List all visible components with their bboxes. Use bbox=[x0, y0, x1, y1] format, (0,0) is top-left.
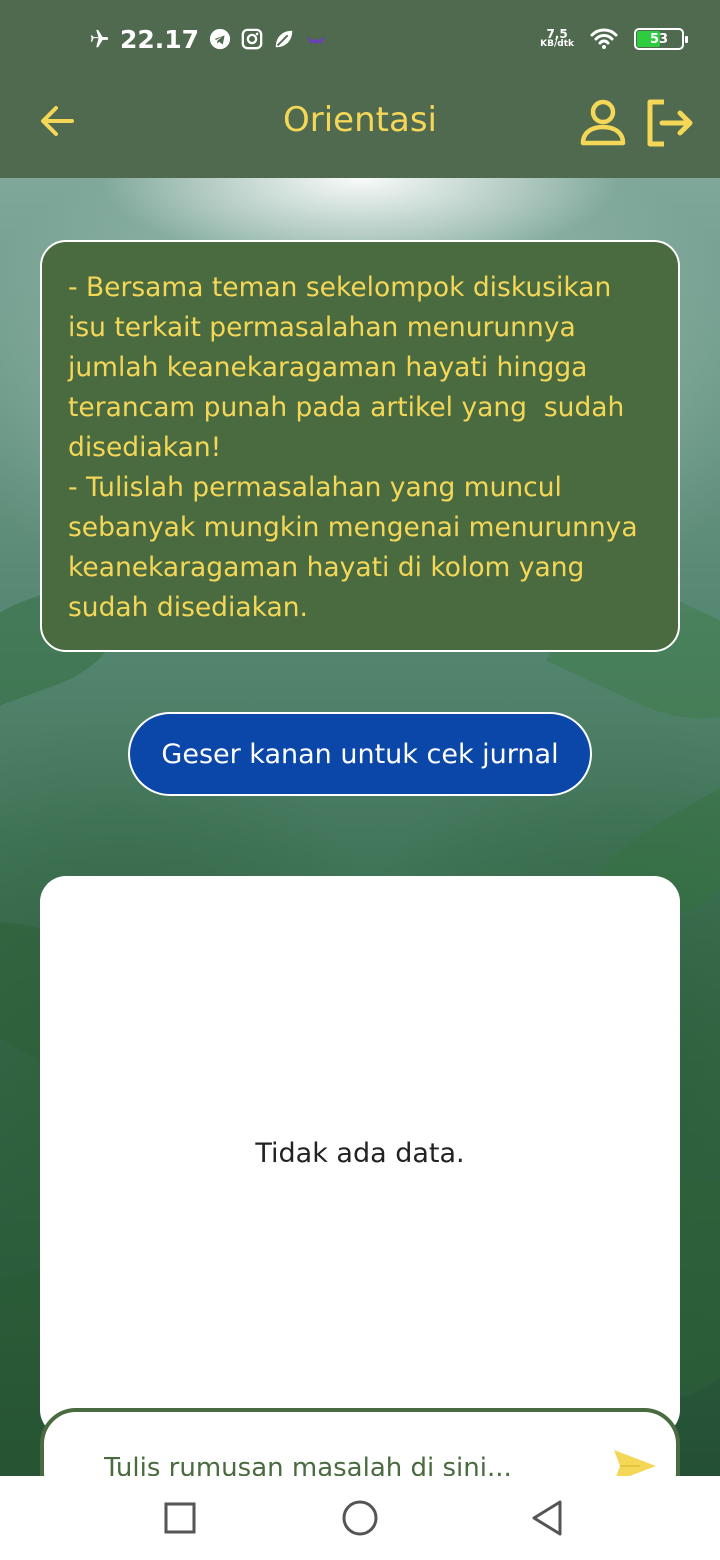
battery-icon: 53 bbox=[634, 28, 688, 50]
status-right: 7,5 KB/dtk 53 bbox=[540, 22, 688, 56]
status-left: 22.17 bbox=[88, 22, 327, 56]
data-list-card: Tidak ada data. bbox=[40, 876, 680, 1436]
status-time: 22.17 bbox=[120, 24, 200, 54]
wifi-icon bbox=[590, 28, 618, 49]
leaf-app-icon bbox=[275, 30, 293, 48]
recent-apps-icon[interactable] bbox=[160, 1498, 200, 1538]
check-journal-button[interactable]: Geser kanan untuk cek jurnal bbox=[128, 712, 592, 796]
logout-icon[interactable] bbox=[642, 96, 696, 150]
app-bar: Orientasi bbox=[0, 76, 720, 178]
profile-icon[interactable] bbox=[578, 98, 628, 148]
telegram-icon bbox=[209, 28, 231, 50]
empty-state-text: Tidak ada data. bbox=[255, 1138, 465, 1169]
net-speed-unit: KB/dtk bbox=[540, 39, 574, 49]
battery-level: 53 bbox=[649, 31, 669, 47]
header: 22.17 7,5 KB/dtk 53 Orientasi bbox=[0, 0, 720, 178]
status-bar: 22.17 7,5 KB/dtk 53 bbox=[0, 0, 720, 76]
system-navigation-bar bbox=[0, 1476, 720, 1560]
bat-icon bbox=[306, 37, 326, 44]
home-icon[interactable] bbox=[340, 1498, 380, 1538]
back-nav-icon[interactable] bbox=[528, 1498, 568, 1538]
network-speed: 7,5 KB/dtk bbox=[540, 27, 574, 49]
instagram-icon bbox=[241, 28, 263, 50]
net-speed-value: 7,5 bbox=[546, 27, 568, 41]
airplane-icon bbox=[90, 29, 109, 48]
instruction-panel: - Bersama teman sekelompok diskusikan is… bbox=[40, 240, 680, 652]
